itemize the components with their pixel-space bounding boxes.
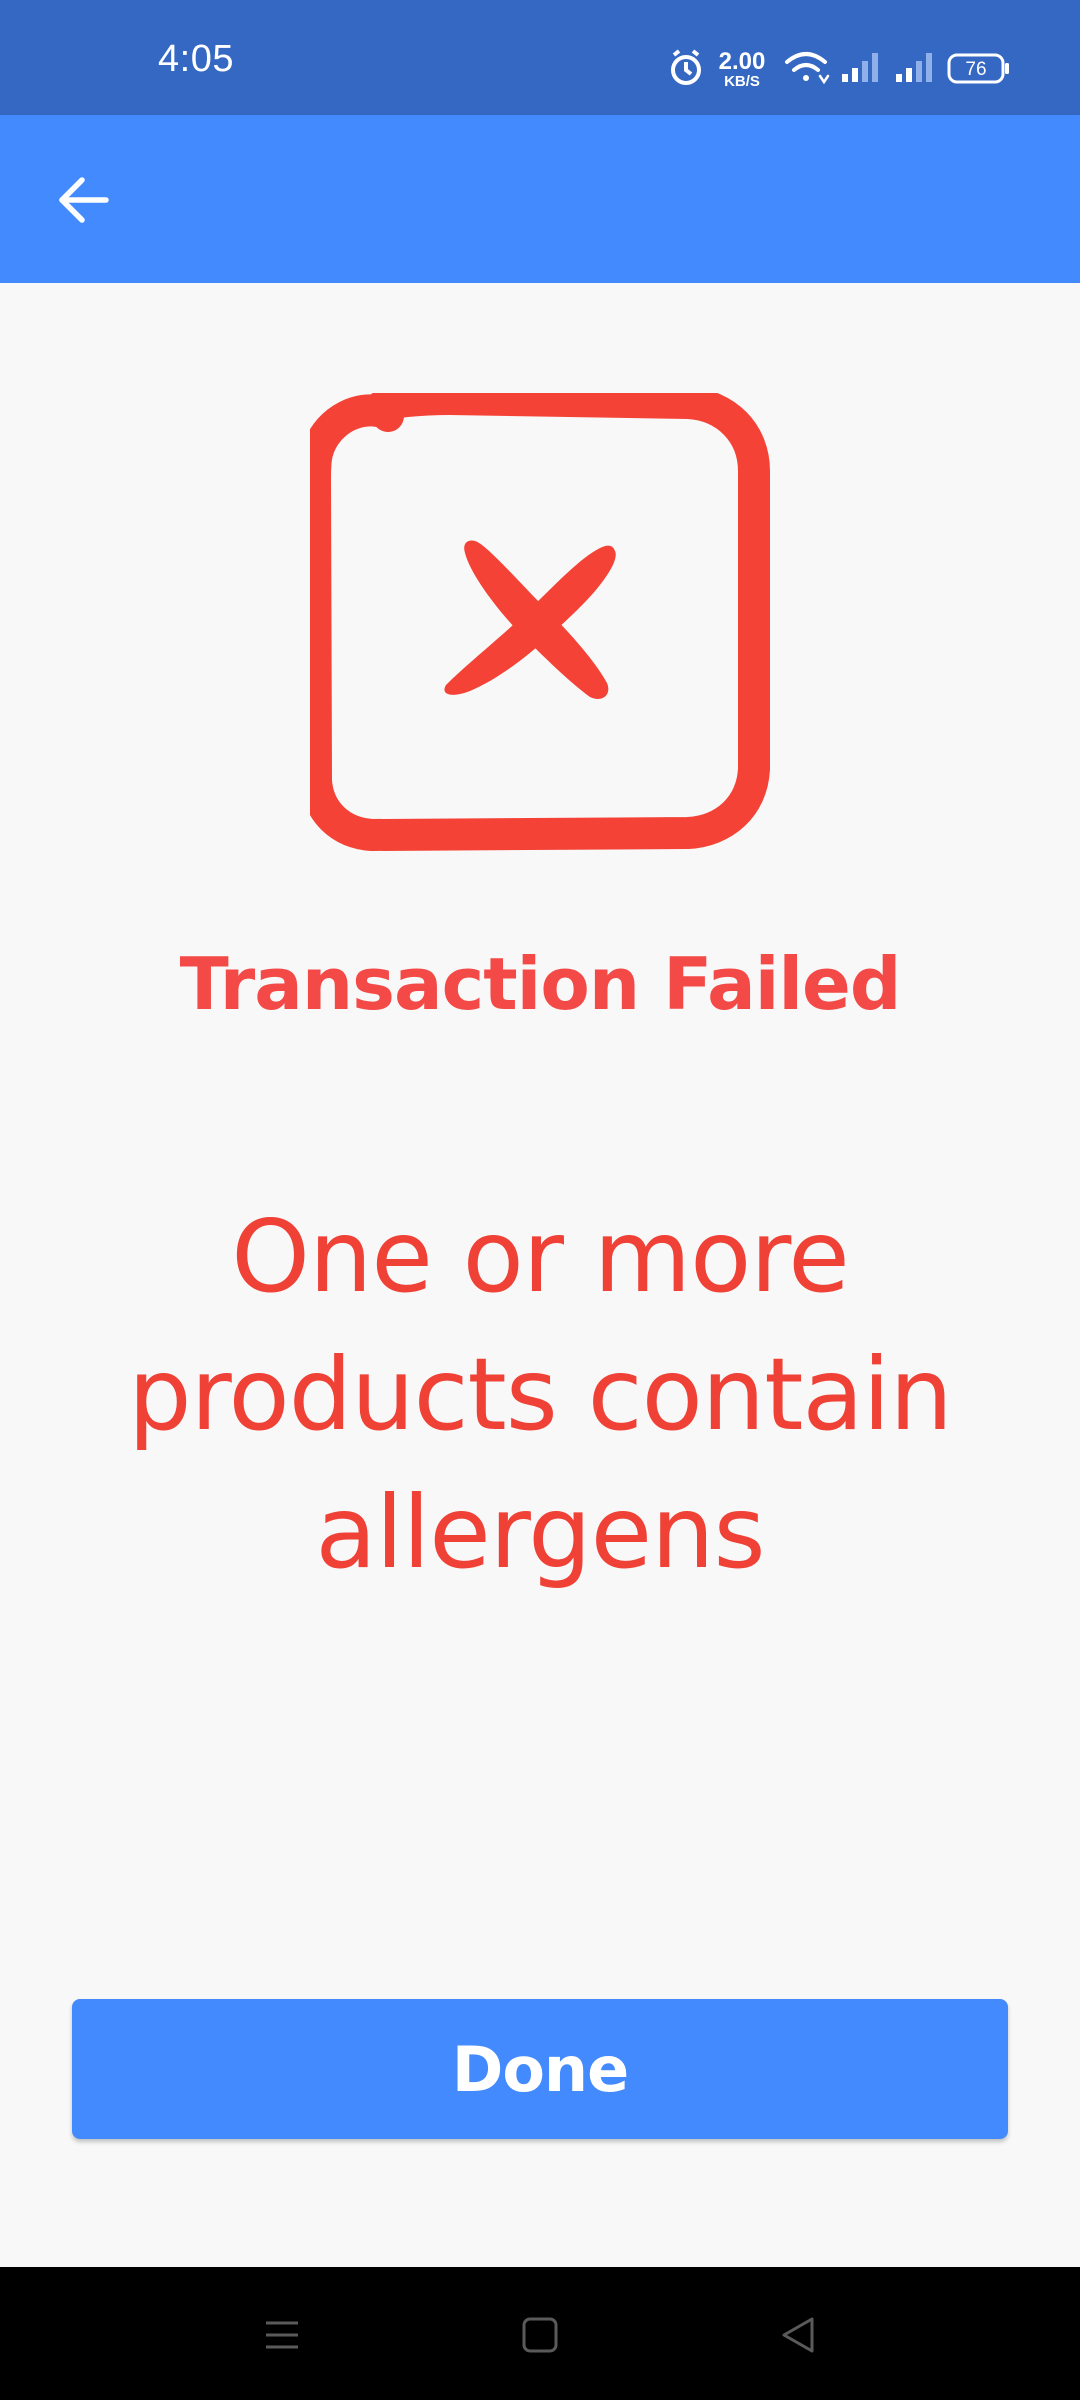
menu-icon <box>266 2321 298 2349</box>
home-icon <box>522 2317 558 2353</box>
signal-icon <box>896 53 932 82</box>
signal-icon <box>842 53 878 82</box>
back-icon <box>782 2317 814 2353</box>
failure-x-icon <box>310 393 770 851</box>
transaction-status-title: Transaction Failed <box>179 942 902 1026</box>
transaction-result-screen: Transaction Failed One or more products … <box>0 283 1080 2267</box>
status-bar: 4:05 2.00 KB/S 76 <box>0 0 1080 115</box>
alarm-icon <box>671 49 701 85</box>
arrow-left-icon <box>59 177 109 223</box>
nav-home-button[interactable] <box>500 2297 580 2373</box>
app-bar <box>0 115 1080 283</box>
wifi-icon <box>785 52 830 85</box>
nav-back-button[interactable] <box>758 2297 838 2373</box>
failure-message: One or more products contain allergens <box>128 1198 953 1591</box>
back-button[interactable] <box>40 160 128 240</box>
done-button-label: Done <box>451 2032 629 2106</box>
battery-level: 76 <box>965 59 986 80</box>
battery-icon: 76 <box>947 53 1009 84</box>
done-button[interactable]: Done <box>72 1999 1008 2139</box>
nav-menu-button[interactable] <box>242 2297 322 2373</box>
net-speed-value: 2.00 <box>719 48 766 75</box>
status-icons: 2.00 KB/S 76 <box>671 48 1009 90</box>
status-time: 4:05 <box>158 38 234 80</box>
net-speed-unit: KB/S <box>724 73 760 90</box>
system-nav-bar <box>0 2267 1080 2400</box>
